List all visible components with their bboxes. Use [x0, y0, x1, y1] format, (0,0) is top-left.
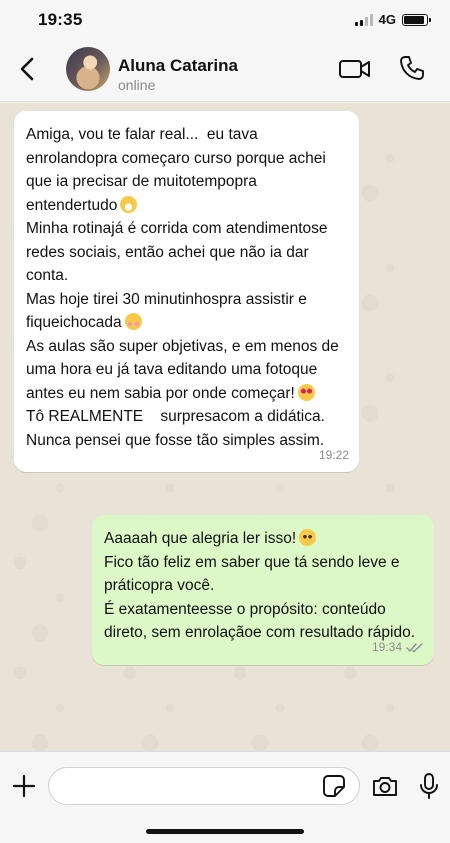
home-indicator	[146, 829, 304, 834]
message-meta: 19:22	[319, 444, 349, 468]
message-line: Amiga, vou te falar real... eu tava enro…	[26, 126, 331, 214]
battery-icon	[402, 13, 431, 26]
status-bar: 19:35 4G	[0, 0, 450, 40]
message-line: Minha rotinajá é corrida com atendimento…	[26, 220, 332, 284]
message-bubble-incoming[interactable]: Amiga, vou te falar real... eu tava enro…	[14, 111, 359, 472]
message-line: Aaaaah que alegria ler isso!	[104, 530, 297, 547]
microphone-icon[interactable]	[419, 772, 439, 800]
message-line: É exatamenteesse o propósito: conteúdo d…	[104, 600, 416, 642]
message-line: Mas hoje tirei 30 minutinhospra assistir…	[26, 290, 312, 332]
sticker-icon[interactable]	[322, 774, 346, 798]
message-line: Tô REALMENTE surpresacom a didática. Nun…	[26, 408, 330, 449]
chat-area[interactable]: Amiga, vou te falar real... eu tava enro…	[0, 103, 450, 751]
message-line: Fico tão feliz em saber que tá sendo lev…	[104, 553, 404, 595]
message-time: 19:34	[371, 640, 402, 654]
message-text: Amiga, vou te falar real... eu tava enro…	[26, 123, 347, 452]
double-check-icon	[406, 643, 423, 653]
grimacing-face-emoji	[120, 195, 138, 213]
status-indicators: 4G	[354, 12, 431, 27]
phone-icon[interactable]	[398, 54, 426, 82]
chat-header: Aluna Catarina online	[0, 40, 450, 102]
signal-icon	[354, 13, 373, 26]
composer-bar	[0, 751, 450, 843]
flushed-face-emoji	[124, 313, 142, 330]
chevron-left-icon[interactable]	[14, 54, 44, 84]
message-bubble-outgoing[interactable]: Aaaaah que alegria ler isso! Fico tão fe…	[92, 515, 434, 665]
contact-status: online	[118, 77, 156, 93]
contact-name[interactable]: Aluna Catarina	[118, 56, 238, 76]
avatar[interactable]	[66, 47, 110, 91]
message-line: As aulas são super objetivas, e em menos…	[26, 337, 344, 402]
network-type: 4G	[378, 12, 396, 27]
pleading-face-emoji	[299, 529, 317, 546]
camera-icon[interactable]	[371, 774, 399, 798]
message-time: 19:22	[318, 447, 349, 462]
plus-icon[interactable]	[12, 774, 36, 798]
message-meta: 19:34	[372, 636, 424, 660]
video-camera-icon[interactable]	[338, 56, 372, 82]
message-input[interactable]	[48, 767, 360, 805]
message-text: Aaaaah que alegria ler isso! Fico tão fe…	[104, 527, 422, 645]
heart-eyes-emoji	[297, 383, 315, 401]
status-time: 19:35	[38, 10, 83, 29]
